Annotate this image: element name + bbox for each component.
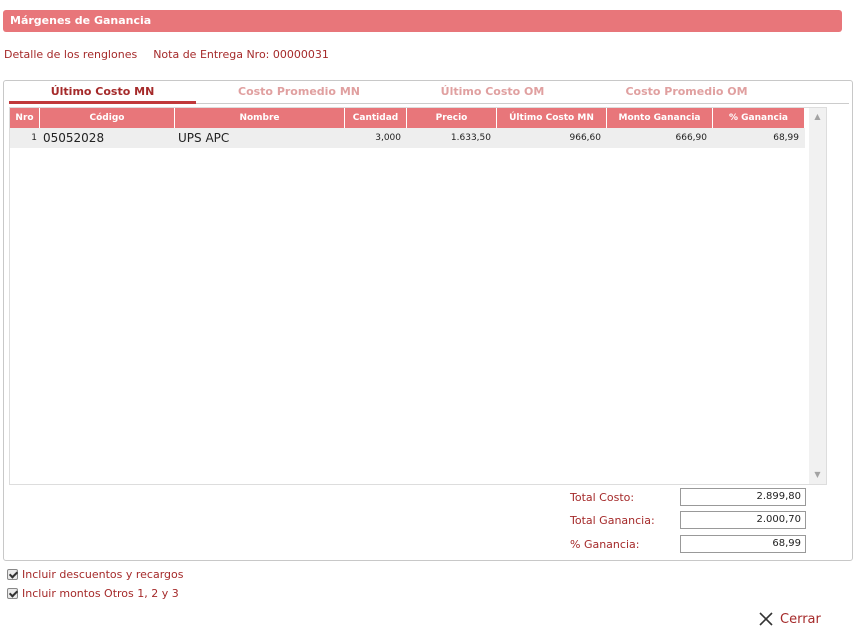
tab-costo-promedio-om[interactable]: Costo Promedio OM: [589, 83, 784, 101]
scroll-up-arrow-icon[interactable]: ▲: [809, 110, 826, 124]
cell-precio: 1.633,50: [450, 133, 491, 143]
total-costo-field[interactable]: 2.899,80: [680, 488, 806, 506]
option-incluir-montos-label: Incluir montos Otros 1, 2 y 3: [22, 587, 179, 600]
margins-panel: Último Costo MN Costo Promedio MN Último…: [3, 80, 853, 561]
tab-costo-promedio-mn[interactable]: Costo Promedio MN: [204, 83, 394, 101]
table-row[interactable]: 1 05052028 UPS APC 3,000 1.633,50 966,60…: [10, 128, 805, 148]
column-header-cantidad[interactable]: Cantidad: [345, 108, 407, 128]
close-label: Cerrar: [780, 611, 821, 627]
cell-cantidad: 3,000: [375, 133, 401, 143]
porc-ganancia-field[interactable]: 68,99: [680, 535, 806, 553]
option-incluir-descuentos-label: Incluir descuentos y recargos: [22, 568, 184, 581]
close-icon: [759, 612, 773, 626]
option-incluir-montos[interactable]: Incluir montos Otros 1, 2 y 3: [7, 587, 179, 600]
detail-line: Detalle de los renglones Nota de Entrega …: [4, 48, 329, 61]
close-button[interactable]: Cerrar: [758, 608, 821, 630]
tab-bar: Último Costo MN Costo Promedio MN Último…: [9, 81, 849, 104]
window-title: Márgenes de Ganancia: [10, 14, 152, 27]
detail-label: Detalle de los renglones: [4, 48, 138, 61]
scroll-down-arrow-icon[interactable]: ▼: [809, 468, 826, 482]
cell-ultimo-costo: 966,60: [569, 133, 602, 143]
cell-nro: 1: [31, 133, 37, 143]
cell-porc-ganancia: 68,99: [773, 133, 799, 143]
checkbox-checked-icon[interactable]: [7, 569, 18, 580]
grid-header: Nro Código Nombre Cantidad Precio Último…: [10, 108, 805, 128]
column-header-nro[interactable]: Nro: [10, 108, 40, 128]
total-ganancia-label: Total Ganancia:: [570, 514, 655, 527]
column-header-porc-ganancia[interactable]: % Ganancia: [713, 108, 805, 128]
option-incluir-descuentos[interactable]: Incluir descuentos y recargos: [7, 568, 184, 581]
column-header-codigo[interactable]: Código: [40, 108, 175, 128]
window-title-bar: Márgenes de Ganancia: [3, 10, 842, 32]
items-grid: Nro Código Nombre Cantidad Precio Último…: [9, 107, 827, 485]
tab-ultimo-costo-om[interactable]: Último Costo OM: [399, 83, 586, 101]
total-costo-label: Total Costo:: [570, 491, 635, 504]
column-header-monto-ganancia[interactable]: Monto Ganancia: [607, 108, 713, 128]
cell-nombre: UPS APC: [178, 131, 230, 145]
column-header-precio[interactable]: Precio: [407, 108, 497, 128]
delivery-note-number: Nota de Entrega Nro: 00000031: [153, 48, 329, 61]
total-ganancia-field[interactable]: 2.000,70: [680, 511, 806, 529]
grid-scrollbar[interactable]: ▲ ▼: [809, 108, 826, 484]
column-header-nombre[interactable]: Nombre: [175, 108, 345, 128]
tab-ultimo-costo-mn[interactable]: Último Costo MN: [9, 83, 196, 104]
checkbox-checked-icon[interactable]: [7, 588, 18, 599]
porc-ganancia-label: % Ganancia:: [570, 538, 640, 551]
column-header-ultimo-costo[interactable]: Último Costo MN: [497, 108, 607, 128]
cell-codigo: 05052028: [43, 131, 105, 145]
cell-monto-ganancia: 666,90: [675, 133, 708, 143]
